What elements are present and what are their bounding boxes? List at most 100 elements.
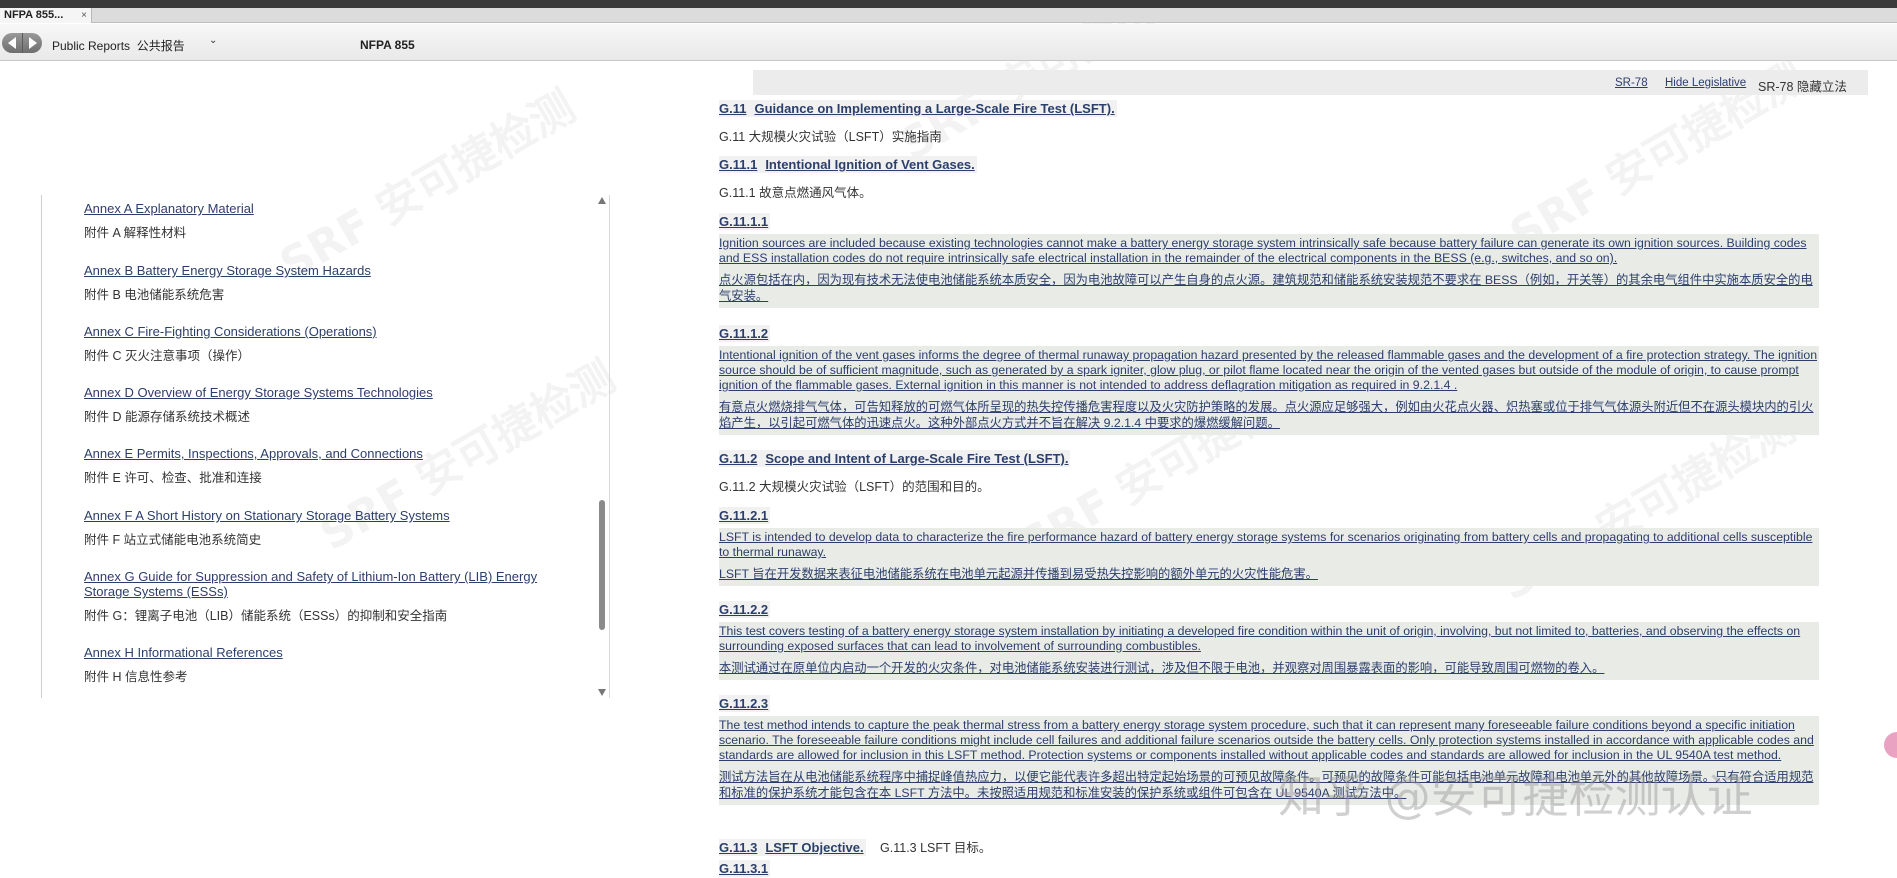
toc-item[interactable]: Annex G Guide for Suppression and Safety… <box>84 569 564 624</box>
tab-bar: NFPA 855... × <box>0 8 1897 23</box>
section-g11-1-2: G.11.1.2 <box>719 325 771 343</box>
sr-78-link[interactable]: SR-78 <box>1615 77 1648 89</box>
toc-item[interactable]: Annex D Overview of Energy Storage Syste… <box>84 385 564 425</box>
toc-item[interactable]: Annex E Permits, Inspections, Approvals,… <box>84 446 564 486</box>
paragraph-en[interactable]: The test method intends to capture the p… <box>719 718 1819 763</box>
paragraph-en[interactable]: LSFT is intended to develop data to char… <box>719 530 1819 560</box>
paragraph-block: LSFT is intended to develop data to char… <box>719 528 1819 586</box>
section-number: G.11.3 <box>719 840 758 855</box>
section-heading[interactable]: G.11.2.3 <box>719 695 771 712</box>
section-number: G.11 <box>719 101 747 116</box>
toc-scrollbar[interactable] <box>597 195 607 698</box>
section-cn: G.11.2 大规模火灾试验（LSFT）的范围和目的。 <box>719 480 990 494</box>
toc-cn: 附件 D 能源存储系统技术概述 <box>84 410 250 424</box>
scroll-down-icon[interactable] <box>598 689 606 696</box>
hide-legislative-link[interactable]: Hide Legislative <box>1665 77 1746 89</box>
toc-link[interactable]: Annex C Fire-Fighting Considerations (Op… <box>84 324 564 339</box>
section-heading[interactable]: G.11.2.1 <box>719 507 771 524</box>
toc-item[interactable]: Annex C Fire-Fighting Considerations (Op… <box>84 324 564 364</box>
toc-link[interactable]: Annex G Guide for Suppression and Safety… <box>84 569 564 599</box>
section-g11-2: G.11.2 Scope and Intent of Large-Scale Fi… <box>719 450 1071 468</box>
section-cn: G.11 大规模火灾试验（LSFT）实施指南 <box>719 130 942 144</box>
paragraph-en[interactable]: Intentional ignition of the vent gases i… <box>719 348 1819 393</box>
toc-cn: 附件 H 信息性参考 <box>84 670 188 684</box>
toc-link[interactable]: Annex D Overview of Energy Storage Syste… <box>84 385 564 400</box>
toc-link[interactable]: Annex E Permits, Inspections, Approvals,… <box>84 446 564 461</box>
section-heading[interactable]: G.11.2.2 <box>719 601 771 618</box>
section-heading[interactable]: G.11.3.1 <box>719 860 771 877</box>
toc-cn: 附件 B 电池储能系统危害 <box>84 288 225 302</box>
toc-item[interactable]: Annex H Informational References 附件 H 信息… <box>84 645 564 685</box>
toc-item[interactable]: Annex B Battery Energy Storage System Ha… <box>84 263 564 303</box>
toolbar: Public Reports 公共报告 ⌄ NFPA 855 <box>0 24 1897 61</box>
section-g11-3: G.11.3 LSFT Objective. G.11.3 LSFT 目标。 <box>719 837 991 857</box>
toc-link[interactable]: Annex H Informational References <box>84 645 564 660</box>
floating-widget-icon[interactable] <box>1884 732 1897 758</box>
toc-cn: 附件 C 灭火注意事项（操作） <box>84 349 250 363</box>
section-number: G.11.2.2 <box>719 602 769 617</box>
section-cn: G.11.1 故意点燃通风气体。 <box>719 186 872 200</box>
toc-cn: 附件 G：锂离子电池（LIB）储能系统（ESSs）的抑制和安全指南 <box>84 609 448 623</box>
paragraph-cn[interactable]: 本测试通过在原单位内启动一个开发的火灾条件，对电池储能系统安装进行测试，涉及但不… <box>719 660 1819 676</box>
toc-link[interactable]: Annex F A Short History on Stationary St… <box>84 508 564 523</box>
section-g11-3-1: G.11.3.1 <box>719 860 771 878</box>
section-number: G.11.1.1 <box>719 214 769 229</box>
section-number: G.11.3.1 <box>719 861 769 876</box>
section-g11-1: G.11.1 Intentional Ignition of Vent Gases… <box>719 156 977 174</box>
toc-item[interactable]: Annex F A Short History on Stationary St… <box>84 508 564 548</box>
paragraph-block: Ignition sources are included because ex… <box>719 234 1819 308</box>
watermark-zhihu: 知乎 @安可捷检测认证 <box>1278 769 1753 823</box>
arrow-left-icon <box>8 37 16 49</box>
toc-link[interactable]: Annex B Battery Energy Storage System Ha… <box>84 263 564 278</box>
tab-nfpa855[interactable]: NFPA 855... × <box>0 8 92 23</box>
legislative-bar: SR-78 Hide Legislative SR-78 隐藏立法 <box>753 70 1868 95</box>
breadcrumb[interactable]: Public Reports 公共报告 <box>52 37 185 54</box>
toc-panel: Annex A Explanatory Material 附件 A 解释性材料 … <box>41 195 610 698</box>
scroll-up-icon[interactable] <box>598 197 606 204</box>
section-heading[interactable]: G.11.1.2 <box>719 325 771 342</box>
section-heading[interactable]: G.11 Guidance on Implementing a Large-Sca… <box>719 100 1117 117</box>
paragraph-block: Intentional ignition of the vent gases i… <box>719 346 1819 435</box>
section-number: G.11.1 <box>719 157 758 172</box>
section-heading[interactable]: G.11.2 Scope and Intent of Large-Scale Fi… <box>719 450 1071 467</box>
back-button[interactable] <box>2 33 22 53</box>
section-title: Intentional Ignition of Vent Gases. <box>765 157 975 172</box>
section-heading[interactable]: G.11.3 LSFT Objective. <box>719 839 866 856</box>
arrow-right-icon <box>28 37 37 49</box>
toc-item[interactable]: Annex A Explanatory Material 附件 A 解释性材料 <box>84 201 564 241</box>
section-number: G.11.2.3 <box>719 696 769 711</box>
paragraph-en[interactable]: This test covers testing of a battery en… <box>719 624 1819 654</box>
section-heading[interactable]: G.11.1.1 <box>719 213 771 230</box>
toc-cn: 附件 E 许可、检查、批准和连接 <box>84 471 262 485</box>
paragraph-cn[interactable]: LSFT 旨在开发数据来表征电池储能系统在电池单元起源并传播到易受热失控影响的额… <box>719 566 1819 582</box>
document-title: NFPA 855 <box>360 38 415 52</box>
section-title: Scope and Intent of Large-Scale Fire Tes… <box>765 451 1069 466</box>
paragraph-cn[interactable]: 点火源包括在内，因为现有技术无法使电池储能系统本质安全，因为电池故障可以产生自身… <box>719 272 1819 304</box>
section-g11-2-2: G.11.2.2 <box>719 601 771 619</box>
toc-link[interactable]: Annex A Explanatory Material <box>84 201 564 216</box>
section-number: G.11.1.2 <box>719 326 769 341</box>
forward-button[interactable] <box>22 33 42 53</box>
section-title: Guidance on Implementing a Large-Scale F… <box>754 101 1115 116</box>
section-heading[interactable]: G.11.1 Intentional Ignition of Vent Gases… <box>719 156 977 173</box>
toc-cn: 附件 A 解释性材料 <box>84 226 187 240</box>
chevron-down-icon[interactable]: ⌄ <box>209 35 217 46</box>
section-g11: G.11 Guidance on Implementing a Large-Sca… <box>719 100 1117 118</box>
nav-arrows <box>2 33 42 53</box>
paragraph-block: This test covers testing of a battery en… <box>719 622 1819 680</box>
section-g11-2-3: G.11.2.3 <box>719 695 771 713</box>
toc-cn: 附件 F 站立式储能电池系统简史 <box>84 533 262 547</box>
section-g11-2-1: G.11.2.1 <box>719 507 771 525</box>
paragraph-cn[interactable]: 有意点火燃烧排气气体，可告知释放的可燃气体所呈现的热失控传播危害程度以及火灾防护… <box>719 399 1819 431</box>
section-g11-1-1: G.11.1.1 <box>719 213 771 231</box>
hide-legislative-cn: SR-78 隐藏立法 <box>1758 80 1847 94</box>
section-title: LSFT Objective. <box>765 840 864 855</box>
window-top-strip <box>0 0 1897 8</box>
scroll-thumb[interactable] <box>599 500 605 630</box>
tab-label: NFPA 855... <box>4 9 64 21</box>
paragraph-en[interactable]: Ignition sources are included because ex… <box>719 236 1819 266</box>
section-cn: G.11.3 LSFT 目标。 <box>880 841 992 855</box>
close-icon[interactable]: × <box>81 8 87 23</box>
section-number: G.11.2 <box>719 451 758 466</box>
section-number: G.11.2.1 <box>719 508 769 523</box>
